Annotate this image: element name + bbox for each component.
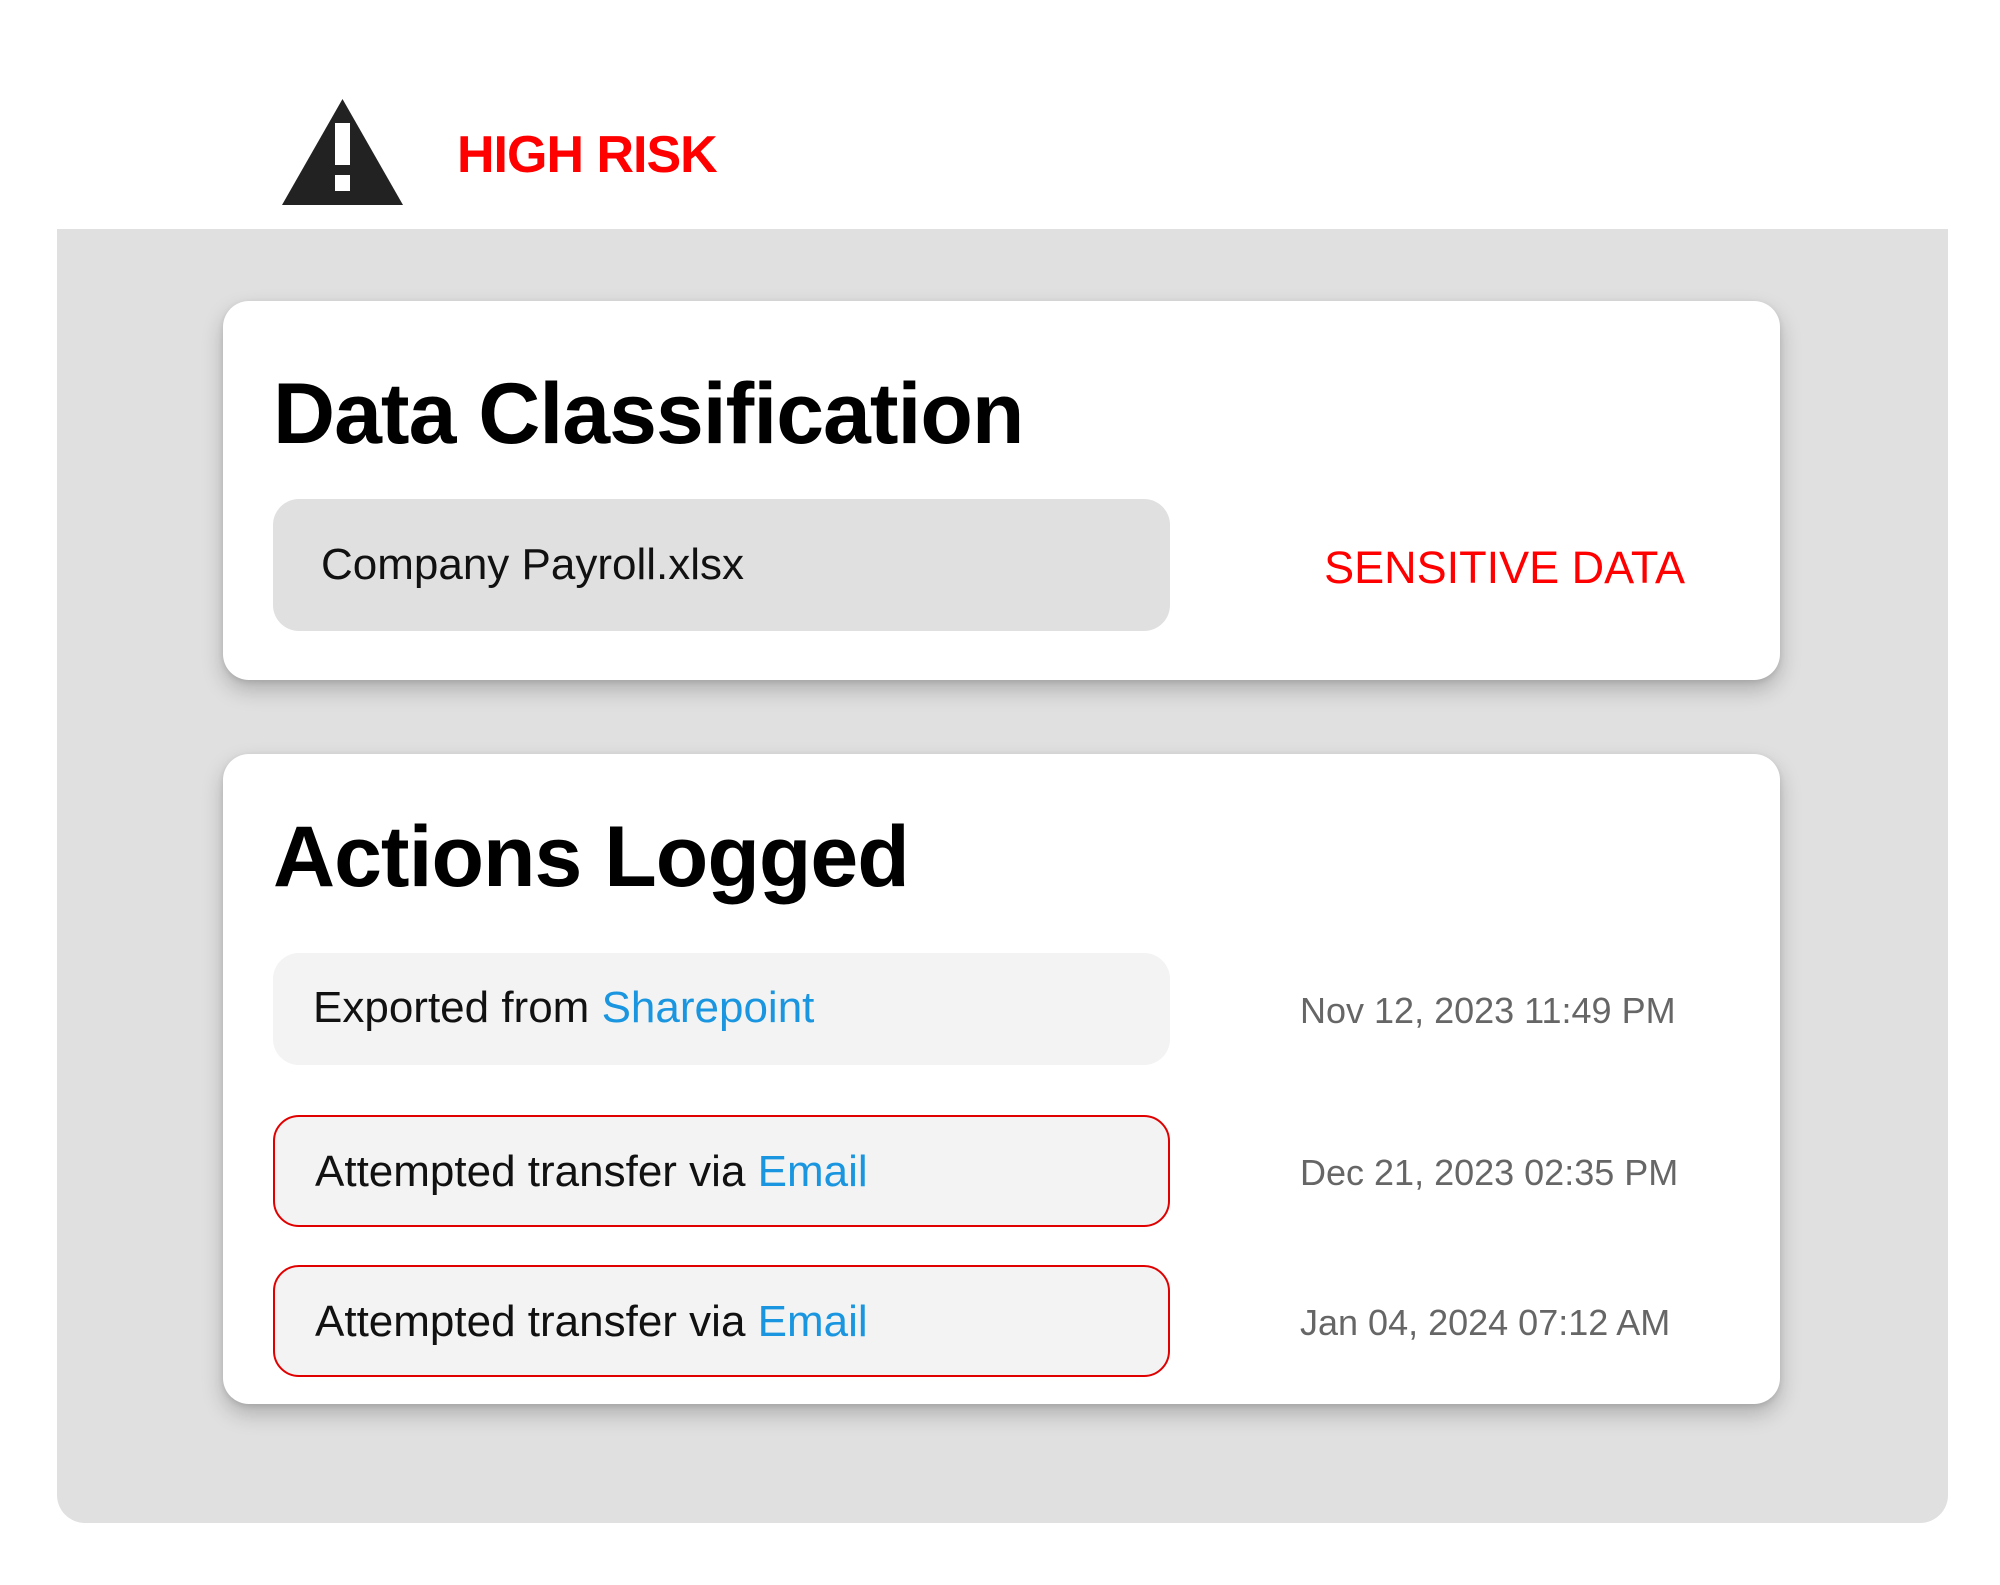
- file-name: Company Payroll.xlsx: [321, 540, 745, 589]
- risk-level-label: HIGH RISK: [457, 126, 718, 184]
- classification-tag: SENSITIVE DATA: [1324, 542, 1685, 593]
- action-row: Attempted transfer via Email Dec 21, 202…: [273, 1115, 1678, 1227]
- action-text: Attempted transfer via Email: [315, 1150, 868, 1194]
- action-timestamp: Nov 12, 2023 11:49 PM: [1300, 990, 1676, 1031]
- action-timestamp: Dec 21, 2023 02:35 PM: [1300, 1152, 1679, 1193]
- action-text: Attempted transfer via Email: [315, 1300, 868, 1344]
- action-row: Attempted transfer via Email Jan 04, 202…: [273, 1265, 1670, 1377]
- action-description: Attempted transfer via: [315, 1297, 746, 1346]
- data-classification-title: Data Classification: [273, 366, 1024, 462]
- action-description: Exported from: [313, 983, 590, 1032]
- data-classification-card: Data Classification Company Payroll.xlsx…: [223, 301, 1780, 680]
- risk-header: HIGH RISK: [282, 99, 882, 205]
- action-description: Attempted transfer via: [315, 1147, 746, 1196]
- actions-logged-title: Actions Logged: [273, 809, 910, 905]
- warning-icon: [282, 99, 403, 205]
- action-pill-flagged[interactable]: Attempted transfer via Email: [273, 1115, 1170, 1227]
- action-pill-flagged[interactable]: Attempted transfer via Email: [273, 1265, 1170, 1377]
- action-timestamp: Jan 04, 2024 07:12 AM: [1300, 1302, 1671, 1343]
- action-source-link[interactable]: Sharepoint: [602, 983, 815, 1032]
- action-row: Exported from Sharepoint Nov 12, 2023 11…: [273, 953, 1676, 1065]
- action-pill[interactable]: Exported from Sharepoint: [273, 953, 1170, 1065]
- action-source-link[interactable]: Email: [758, 1147, 868, 1196]
- action-source-link[interactable]: Email: [758, 1297, 868, 1346]
- action-text: Exported from Sharepoint: [313, 986, 814, 1030]
- actions-logged-card: Actions Logged Exported from Sharepoint …: [223, 754, 1780, 1404]
- file-pill[interactable]: Company Payroll.xlsx: [273, 499, 1170, 631]
